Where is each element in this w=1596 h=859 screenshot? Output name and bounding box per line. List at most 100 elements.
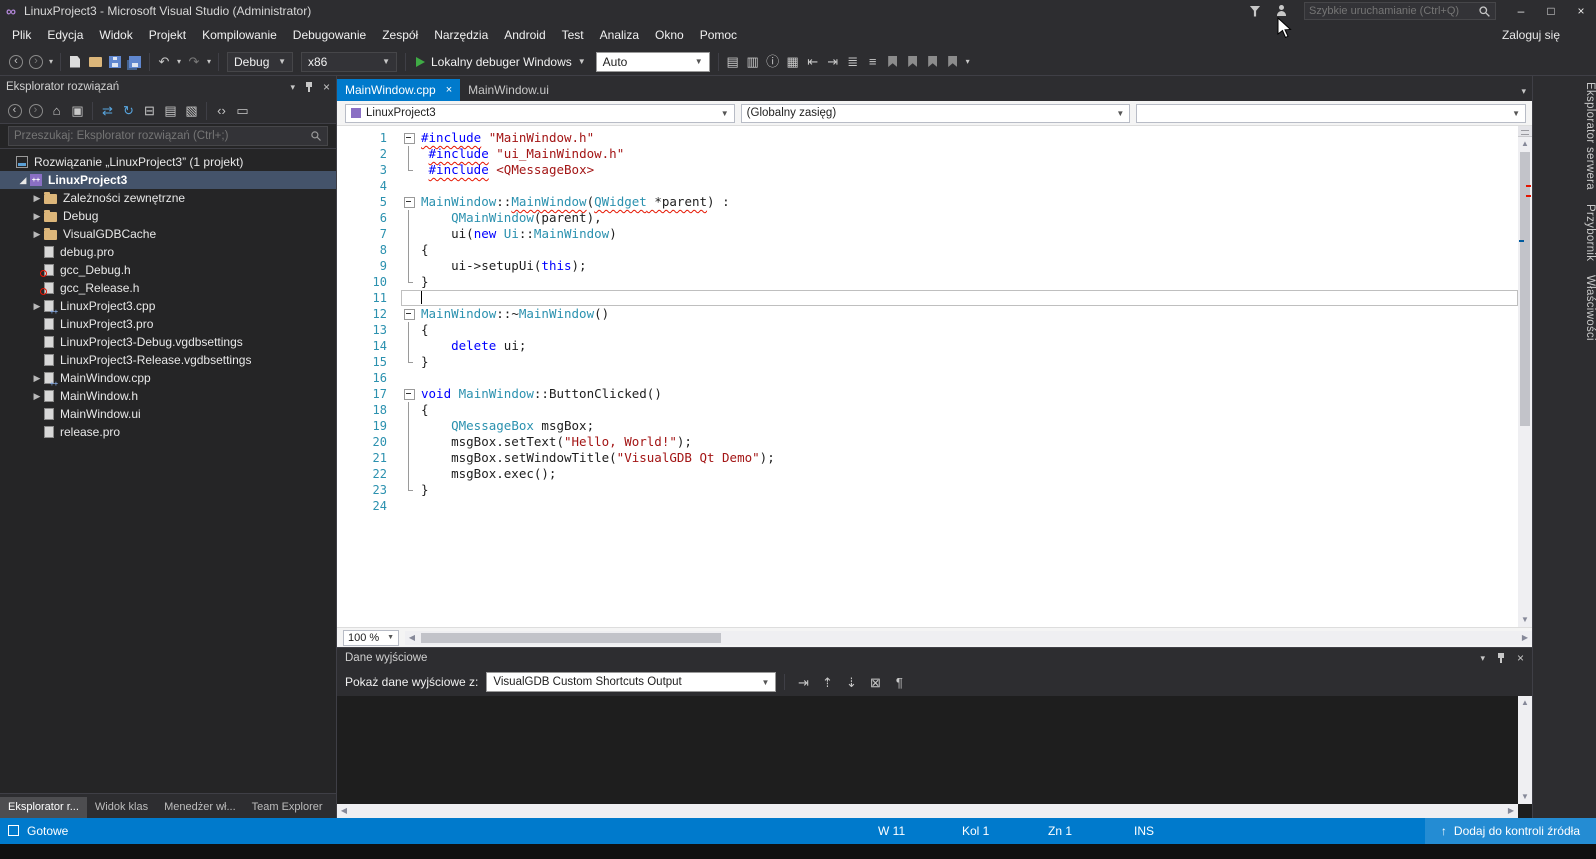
tree-item-linuxproject3[interactable]: ◢ ++ LinuxProject3 xyxy=(0,171,336,189)
minimize-button[interactable]: – xyxy=(1506,0,1536,22)
output-content[interactable]: ▲ ▼ ◀ ▶ xyxy=(337,696,1532,818)
collapse-all-icon[interactable]: ⊟ xyxy=(139,100,160,122)
tool-tab-widok-klas[interactable]: Widok klas xyxy=(87,797,156,818)
show-all-files-icon[interactable]: ▤ xyxy=(160,100,181,122)
code-line-13[interactable]: 13 { xyxy=(337,322,1518,338)
redo-dropdown-icon[interactable]: ▾ xyxy=(204,51,214,73)
menu-item-analiza[interactable]: Analiza xyxy=(592,24,647,46)
expand-arrow-icon[interactable]: ▶ xyxy=(30,301,44,312)
code-line-17[interactable]: 17 void MainWindow::ButtonClicked() xyxy=(337,386,1518,402)
code-line-7[interactable]: 7 ui(new Ui::MainWindow) xyxy=(337,226,1518,242)
tree-item-gcc-debug-h[interactable]: gcc_Debug.h xyxy=(0,261,336,279)
tree-item-release-pro[interactable]: release.pro xyxy=(0,423,336,441)
code-line-6[interactable]: 6 QMainWindow(parent), xyxy=(337,210,1518,226)
tree-item-rozwiazanie-linuxproject3-1-projekt[interactable]: Rozwiązanie „LinuxProject3” (1 projekt) xyxy=(0,153,336,171)
save-all-icon[interactable] xyxy=(125,51,145,73)
scroll-up-icon[interactable]: ▲ xyxy=(1518,696,1532,710)
sync-active-document-icon[interactable]: ⇄ xyxy=(97,100,118,122)
home-icon[interactable]: ⌂ xyxy=(46,100,67,122)
start-debug-button[interactable]: Lokalny debuger Windows ▼ xyxy=(416,55,586,69)
scroll-left-icon[interactable]: ◀ xyxy=(405,631,419,645)
explorer-back-icon[interactable]: ‹ xyxy=(4,100,25,122)
navigate-back-icon[interactable]: ‹ xyxy=(6,51,26,73)
menu-item-zespo[interactable]: Zespół xyxy=(374,24,426,46)
chevron-down-icon[interactable]: ▼ xyxy=(578,57,586,66)
word-completion-icon[interactable]: ▦ xyxy=(783,51,803,73)
preview-icon[interactable]: ▭ xyxy=(232,100,253,122)
sign-in-link[interactable]: Zaloguj się xyxy=(1502,28,1560,42)
decrease-indent-icon[interactable]: ⇤ xyxy=(803,51,823,73)
code-line-10[interactable]: 10} xyxy=(337,274,1518,290)
quick-launch-input[interactable] xyxy=(1309,5,1478,17)
scroll-right-icon[interactable]: ▶ xyxy=(1504,804,1518,818)
clear-bookmarks-icon[interactable] xyxy=(943,51,963,73)
send-feedback-button[interactable] xyxy=(1268,0,1294,22)
scrollbar-thumb[interactable] xyxy=(1520,152,1530,426)
menu-item-test[interactable]: Test xyxy=(554,24,592,46)
member-dropdown[interactable]: ▼ xyxy=(1136,103,1527,123)
scroll-down-icon[interactable]: ▼ xyxy=(1518,790,1532,804)
code-line-22[interactable]: 22 msgBox.exec(); xyxy=(337,466,1518,482)
scrollbar-thumb[interactable] xyxy=(421,632,721,643)
uncomment-icon[interactable]: ≡ xyxy=(863,51,883,73)
pin-icon[interactable] xyxy=(1497,652,1505,664)
tree-item-visualgdbcache[interactable]: ▶ VisualGDBCache xyxy=(0,225,336,243)
code-line-1[interactable]: 1 #include "MainWindow.h" xyxy=(337,130,1518,146)
quick-info-icon[interactable]: ⓘ xyxy=(763,51,783,73)
document-tab-mainwindow-cpp[interactable]: MainWindow.cpp × xyxy=(337,79,461,101)
navigate-forward-icon[interactable]: › xyxy=(26,51,46,73)
close-panel-icon[interactable]: × xyxy=(323,80,330,94)
next-bookmark-icon[interactable] xyxy=(923,51,943,73)
solution-search-input[interactable] xyxy=(14,130,310,142)
fold-collapse-icon[interactable] xyxy=(401,386,417,402)
debug-target-combo[interactable]: Auto ▼ xyxy=(595,51,710,72)
explorer-forward-icon[interactable]: › xyxy=(25,100,46,122)
scroll-down-icon[interactable]: ▼ xyxy=(1518,613,1532,627)
scope-dropdown[interactable]: (Globalny zasięg) ▼ xyxy=(740,103,1131,123)
code-line-11[interactable]: 11 xyxy=(337,290,1518,306)
editor-horizontal-scrollbar[interactable]: ◀ ▶ xyxy=(405,630,1532,645)
project-dropdown[interactable]: LinuxProject3 ▼ xyxy=(345,103,735,123)
code-line-16[interactable]: 16 xyxy=(337,370,1518,386)
expand-arrow-icon[interactable]: ▶ xyxy=(30,373,44,384)
solution-search-box[interactable] xyxy=(8,126,328,146)
tree-item-debug[interactable]: ▶ Debug xyxy=(0,207,336,225)
view-code-icon[interactable]: ‹› xyxy=(211,100,232,122)
menu-item-plik[interactable]: Plik xyxy=(4,24,39,46)
tree-item-linuxproject3-release-vgdbsettings[interactable]: LinuxProject3-Release.vgdbsettings xyxy=(0,351,336,369)
tree-item-gcc-release-h[interactable]: gcc_Release.h xyxy=(0,279,336,297)
tree-item-linuxproject3-pro[interactable]: LinuxProject3.pro xyxy=(0,315,336,333)
menu-item-edycja[interactable]: Edycja xyxy=(39,24,91,46)
goto-message-icon[interactable]: ⇥ xyxy=(793,671,813,693)
close-panel-icon[interactable]: × xyxy=(1517,651,1524,665)
fold-collapse-icon[interactable] xyxy=(401,194,417,210)
fold-collapse-icon[interactable] xyxy=(401,130,417,146)
code-line-9[interactable]: 9 ui->setupUi(this); xyxy=(337,258,1518,274)
code-editor[interactable]: 1 #include "MainWindow.h" 2 #include "ui_M… xyxy=(337,126,1532,627)
expand-arrow-icon[interactable]: ▶ xyxy=(30,391,44,402)
previous-message-icon[interactable]: ⇡ xyxy=(817,671,837,693)
right-tab-w-asciwosci[interactable]: Właściwości xyxy=(1539,275,1596,341)
code-line-21[interactable]: 21 msgBox.setWindowTitle("VisualGDB Qt D… xyxy=(337,450,1518,466)
quick-launch-search[interactable] xyxy=(1304,2,1496,20)
code-line-23[interactable]: 23} xyxy=(337,482,1518,498)
code-line-12[interactable]: 12 MainWindow::~MainWindow() xyxy=(337,306,1518,322)
editor-vertical-scrollbar[interactable]: ▲ ▼ xyxy=(1518,126,1532,627)
parameter-info-icon[interactable]: ▥ xyxy=(743,51,763,73)
tree-item-mainwindow-cpp[interactable]: ▶ MainWindow.cpp xyxy=(0,369,336,388)
expand-arrow-icon[interactable]: ◢ xyxy=(16,175,30,186)
increase-indent-icon[interactable]: ⇥ xyxy=(823,51,843,73)
expand-arrow-icon[interactable]: ▶ xyxy=(30,211,44,222)
code-line-14[interactable]: 14 delete ui; xyxy=(337,338,1518,354)
code-line-20[interactable]: 20 msgBox.setText("Hello, World!"); xyxy=(337,434,1518,450)
word-wrap-icon[interactable]: ¶ xyxy=(889,671,909,693)
code-line-2[interactable]: 2 #include "ui_MainWindow.h" xyxy=(337,146,1518,162)
scroll-up-icon[interactable]: ▲ xyxy=(1518,137,1532,151)
properties-icon[interactable]: ▧ xyxy=(181,100,202,122)
solution-configuration-combo[interactable]: Debug ▼ xyxy=(227,51,293,72)
menu-item-okno[interactable]: Okno xyxy=(647,24,692,46)
toolbar-overflow-icon[interactable]: ▾ xyxy=(963,51,973,73)
window-position-icon[interactable]: ▾ xyxy=(290,82,295,93)
tree-item-mainwindow-ui[interactable]: MainWindow.ui xyxy=(0,405,336,423)
code-line-24[interactable]: 24 xyxy=(337,498,1518,514)
